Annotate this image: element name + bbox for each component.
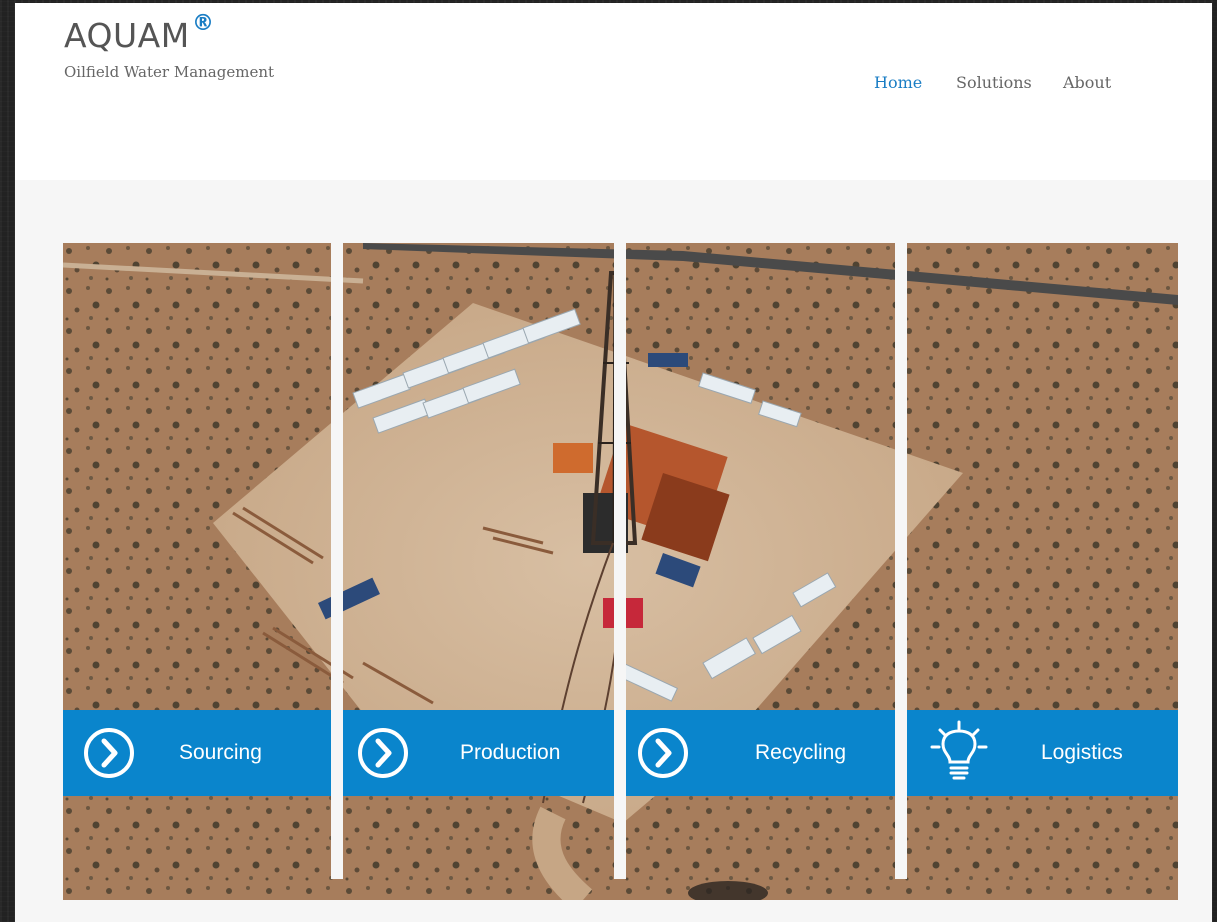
panel-divider [331, 243, 343, 879]
registered-mark: ® [192, 11, 214, 36]
panel-divider [614, 243, 626, 879]
panel-label: Sourcing [179, 741, 262, 764]
panel-label: Recycling [755, 741, 847, 764]
chevron-right-circle-icon [638, 728, 688, 778]
site-header: AQUAM ® Oilfield Water Management Home S… [15, 3, 1212, 180]
panel-logistics-button[interactable]: Logistics [907, 710, 1178, 796]
brand-logo[interactable]: AQUAM ® Oilfield Water Management [64, 11, 274, 81]
nav-item-home[interactable]: Home [874, 73, 922, 92]
chevron-right-circle-icon [358, 728, 408, 778]
main-nav: Home Solutions About [15, 73, 1212, 97]
lightbulb-icon [930, 720, 988, 780]
panel-label: Production [460, 741, 561, 764]
nav-item-about[interactable]: About [1063, 73, 1111, 92]
panel-recycling-button[interactable]: Recycling [626, 710, 895, 796]
panel-production-button[interactable]: Production [343, 710, 614, 796]
nav-item-solutions[interactable]: Solutions [956, 73, 1032, 92]
brand-name: AQUAM [64, 16, 190, 55]
chevron-right-circle-icon [84, 728, 134, 778]
panel-divider [895, 243, 907, 879]
panel-sourcing-button[interactable]: Sourcing [63, 710, 331, 796]
page: AQUAM ® Oilfield Water Management Home S… [15, 3, 1212, 922]
panel-label: Logistics [1041, 741, 1123, 764]
